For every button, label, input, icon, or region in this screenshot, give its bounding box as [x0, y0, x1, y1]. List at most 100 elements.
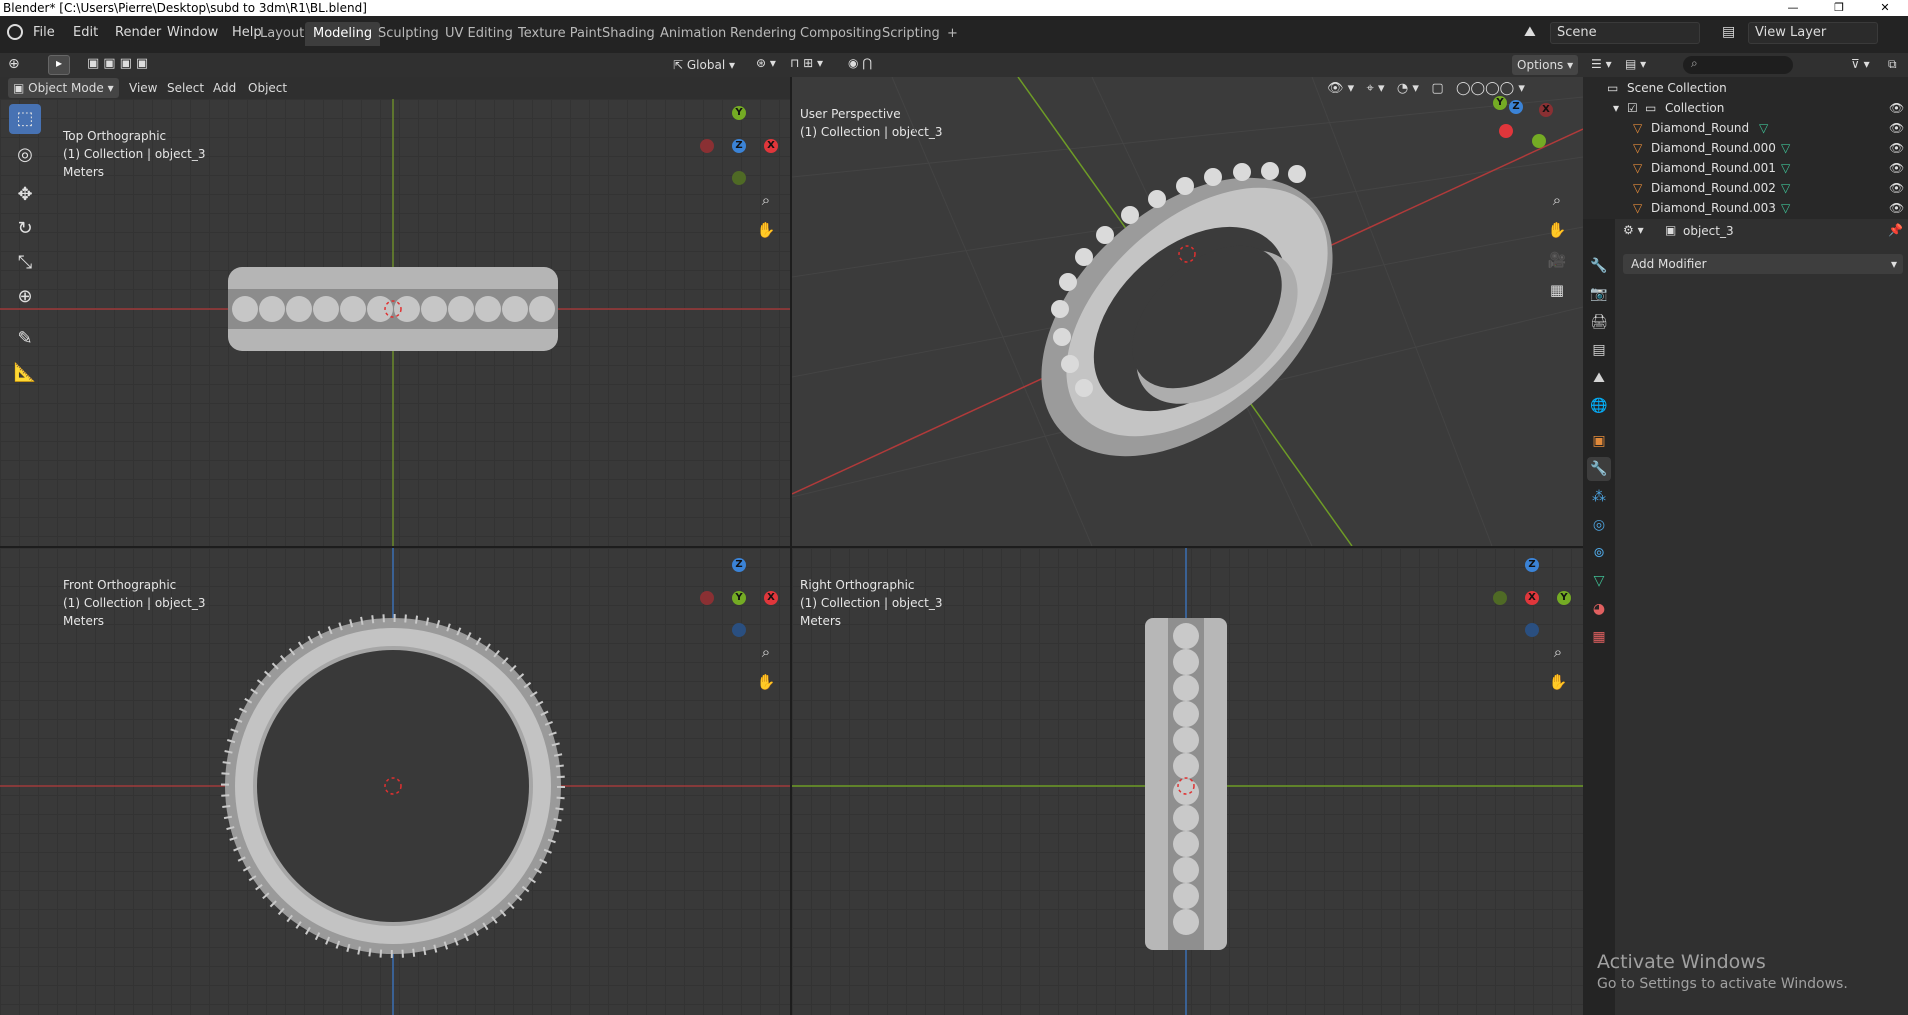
filter-icon[interactable]: ⊽ ▾: [1851, 57, 1870, 71]
gizmo-neg-z[interactable]: [1525, 623, 1539, 637]
menu-view[interactable]: View: [124, 78, 162, 98]
display-mode-icon[interactable]: ☰ ▾: [1591, 57, 1612, 71]
pan-hand-icon[interactable]: ✋: [1544, 217, 1570, 243]
eye-icon[interactable]: 👁: [1889, 161, 1904, 175]
outliner-search-input[interactable]: ⌕: [1683, 56, 1793, 74]
view-layer-selector[interactable]: View Layer: [1748, 22, 1878, 44]
outliner-item[interactable]: ▽ Diamond_Round.001 ▽ 👁: [1583, 159, 1908, 179]
view-layer-tab-icon[interactable]: ▤: [1587, 338, 1611, 362]
tab-layout[interactable]: Layout: [252, 22, 312, 46]
zoom-icon[interactable]: ⌕: [1544, 187, 1570, 213]
editor-type-icon[interactable]: ⚙ ▾: [1623, 223, 1644, 237]
modifier-tab-icon[interactable]: 🔧: [1587, 457, 1611, 481]
zoom-icon[interactable]: ⌕: [753, 639, 779, 665]
tool-tab-icon[interactable]: 🔧: [1587, 254, 1611, 278]
outliner-collection[interactable]: ▾ ☑ ▭ Collection 👁: [1583, 99, 1908, 119]
measure-icon[interactable]: 📐: [9, 358, 41, 388]
pan-hand-icon[interactable]: ✋: [753, 217, 779, 243]
expand-icon[interactable]: ▾: [1613, 101, 1619, 115]
rotate-icon[interactable]: ↻: [9, 214, 41, 244]
camera-icon[interactable]: 🎥: [1544, 247, 1570, 273]
editor-type-icon[interactable]: ⊕: [8, 56, 20, 72]
grid-toggle-icon[interactable]: ▦: [1544, 277, 1570, 303]
select-mode-icons[interactable]: ▣▣▣▣: [87, 56, 179, 74]
gizmo-z[interactable]: Z: [732, 139, 746, 153]
tab-sculpting[interactable]: Sculpting: [370, 22, 447, 46]
gizmo-neg-y[interactable]: [1532, 134, 1546, 148]
checkbox-icon[interactable]: ☑: [1627, 101, 1638, 115]
gizmo-y[interactable]: Y: [732, 591, 746, 605]
zoom-icon[interactable]: ⌕: [753, 187, 779, 213]
particles-tab-icon[interactable]: ⁂: [1587, 485, 1611, 509]
object-tab-icon[interactable]: ▣: [1587, 429, 1611, 453]
transform-orientation[interactable]: ⇱ Global ▾: [668, 55, 740, 75]
eye-icon[interactable]: 👁: [1889, 121, 1904, 135]
render-tab-icon[interactable]: 📷: [1587, 282, 1611, 306]
eye-icon[interactable]: 👁: [1889, 181, 1904, 195]
menu-file[interactable]: File: [33, 25, 55, 40]
gizmo-neg-x[interactable]: [700, 139, 714, 153]
move-icon[interactable]: ✥: [9, 180, 41, 210]
snap-icon[interactable]: ⊓ ⊞ ▾: [790, 56, 823, 70]
menu-window[interactable]: Window: [167, 25, 218, 40]
viewport-top[interactable]: Top Orthographic (1) Collection | object…: [0, 99, 790, 546]
data-tab-icon[interactable]: ▽: [1587, 569, 1611, 593]
options-dropdown[interactable]: Options ▾: [1512, 55, 1579, 75]
scene-tab-icon[interactable]: ⛰: [1587, 366, 1611, 390]
gizmo-z[interactable]: Z: [1509, 100, 1523, 114]
close-button[interactable]: ✕: [1862, 0, 1908, 16]
constraints-tab-icon[interactable]: ⊚: [1587, 541, 1611, 565]
tab-modeling[interactable]: Modeling: [305, 22, 381, 46]
cursor-icon[interactable]: ◎: [9, 140, 41, 170]
gizmo-y[interactable]: Y: [732, 106, 746, 120]
annotate-icon[interactable]: ✎: [9, 324, 41, 354]
new-collection-icon[interactable]: ⧉: [1888, 57, 1897, 72]
restore-button[interactable]: ❐: [1816, 0, 1862, 16]
add-modifier-dropdown[interactable]: Add Modifier ▾: [1623, 254, 1903, 274]
gizmo-neg-y[interactable]: [732, 171, 746, 185]
gizmo-neg-x[interactable]: [700, 591, 714, 605]
object-mode-dropdown[interactable]: ▣ Object Mode ▾: [8, 78, 119, 98]
texture-tab-icon[interactable]: ▦: [1587, 625, 1611, 649]
minimize-button[interactable]: —: [1770, 0, 1816, 16]
gizmo-neg-y[interactable]: [1493, 591, 1507, 605]
viewport-front[interactable]: Front Orthographic (1) Collection | obje…: [0, 548, 790, 1015]
menu-select[interactable]: Select: [162, 78, 209, 98]
pivot-icon[interactable]: ⊛ ▾: [756, 56, 776, 70]
select-box-icon[interactable]: ⬚: [9, 104, 41, 134]
eye-icon[interactable]: 👁: [1889, 101, 1904, 115]
blender-logo-icon[interactable]: [7, 24, 23, 40]
menu-object[interactable]: Object: [243, 78, 292, 98]
tab-scripting[interactable]: Scripting: [874, 22, 948, 46]
outliner-item[interactable]: ▽ Diamond_Round.000 ▽ 👁: [1583, 139, 1908, 159]
select-tool-icon[interactable]: ▸: [48, 55, 70, 75]
scene-selector[interactable]: Scene: [1550, 22, 1700, 44]
gizmo-z[interactable]: Z: [732, 558, 746, 572]
eye-icon[interactable]: 👁: [1889, 201, 1904, 215]
gizmo-x[interactable]: X: [764, 139, 778, 153]
gizmo-x[interactable]: X: [764, 591, 778, 605]
material-tab-icon[interactable]: ◕: [1587, 597, 1611, 621]
viewport-perspective[interactable]: User Perspective (1) Collection | object…: [792, 77, 1583, 546]
eye-icon[interactable]: 👁: [1889, 141, 1904, 155]
zoom-icon[interactable]: ⌕: [1545, 639, 1571, 665]
gizmo-x[interactable]: [1499, 124, 1513, 138]
world-tab-icon[interactable]: 🌐: [1587, 394, 1611, 418]
transform-icon[interactable]: ⊕: [9, 282, 41, 312]
outliner-item[interactable]: ▽ Diamond_Round.002 ▽ 👁: [1583, 179, 1908, 199]
menu-edit[interactable]: Edit: [73, 25, 98, 40]
output-tab-icon[interactable]: 🖨: [1587, 310, 1611, 334]
viewport-right[interactable]: Right Orthographic (1) Collection | obje…: [792, 548, 1583, 1015]
pan-hand-icon[interactable]: ✋: [753, 669, 779, 695]
gizmo-y[interactable]: Y: [1493, 96, 1507, 110]
view-layer-icon[interactable]: ▤: [1722, 24, 1735, 40]
pin-icon[interactable]: 📌: [1888, 223, 1903, 237]
pan-hand-icon[interactable]: ✋: [1545, 669, 1571, 695]
outliner-scene-collection[interactable]: ▭ Scene Collection: [1583, 79, 1908, 99]
gizmo-x[interactable]: X: [1525, 591, 1539, 605]
menu-render[interactable]: Render: [115, 25, 161, 40]
proportional-edit-icon[interactable]: ◉ ⋂: [848, 56, 872, 70]
gizmo-neg-x[interactable]: X: [1539, 103, 1553, 117]
gizmo-z[interactable]: Z: [1525, 558, 1539, 572]
filter-view-icon[interactable]: ▤ ▾: [1625, 57, 1646, 71]
